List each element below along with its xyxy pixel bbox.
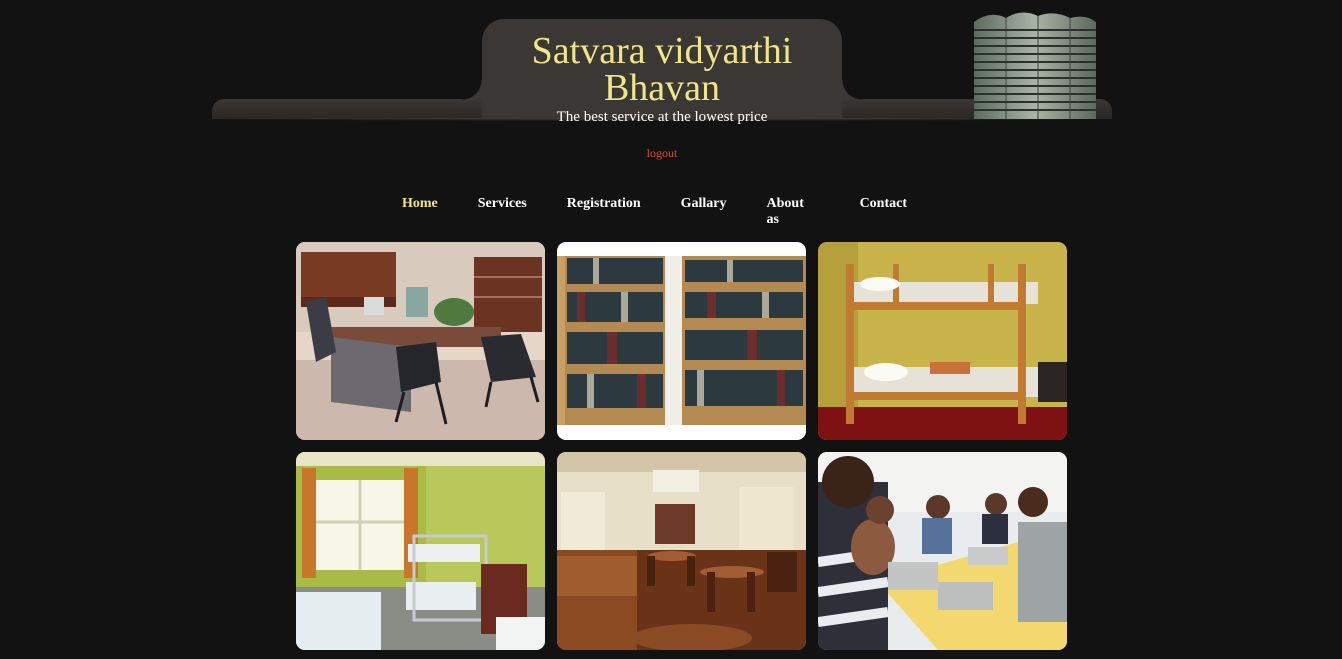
main-nav: Home Services Registration Gallary About… <box>382 196 927 228</box>
nav-item-registration[interactable]: Registration <box>547 196 661 228</box>
building-logo <box>974 12 1096 119</box>
photo-gallery <box>296 242 1067 650</box>
dining-hall-photo[interactable] <box>557 452 806 650</box>
nav-item-about[interactable]: About as <box>747 196 840 228</box>
bunk-bed-room-photo[interactable] <box>818 242 1067 440</box>
nav-item-services[interactable]: Services <box>458 196 547 228</box>
students-dining-photo[interactable] <box>818 452 1067 650</box>
nav-item-home[interactable]: Home <box>382 196 458 228</box>
logout-link[interactable]: logout <box>612 146 712 161</box>
nav-item-contact[interactable]: Contact <box>840 196 927 228</box>
site-tagline: The best service at the lowest price <box>556 109 768 125</box>
page: Satvara vidyarthi Bhavan The best servic… <box>0 0 1342 659</box>
library-bookshelves-photo[interactable] <box>557 242 806 440</box>
site-title: Satvara vidyarthi Bhavan <box>531 30 793 109</box>
office-room-photo[interactable] <box>296 242 545 440</box>
nav-item-gallary[interactable]: Gallary <box>661 196 747 228</box>
dormitory-room-photo[interactable] <box>296 452 545 650</box>
